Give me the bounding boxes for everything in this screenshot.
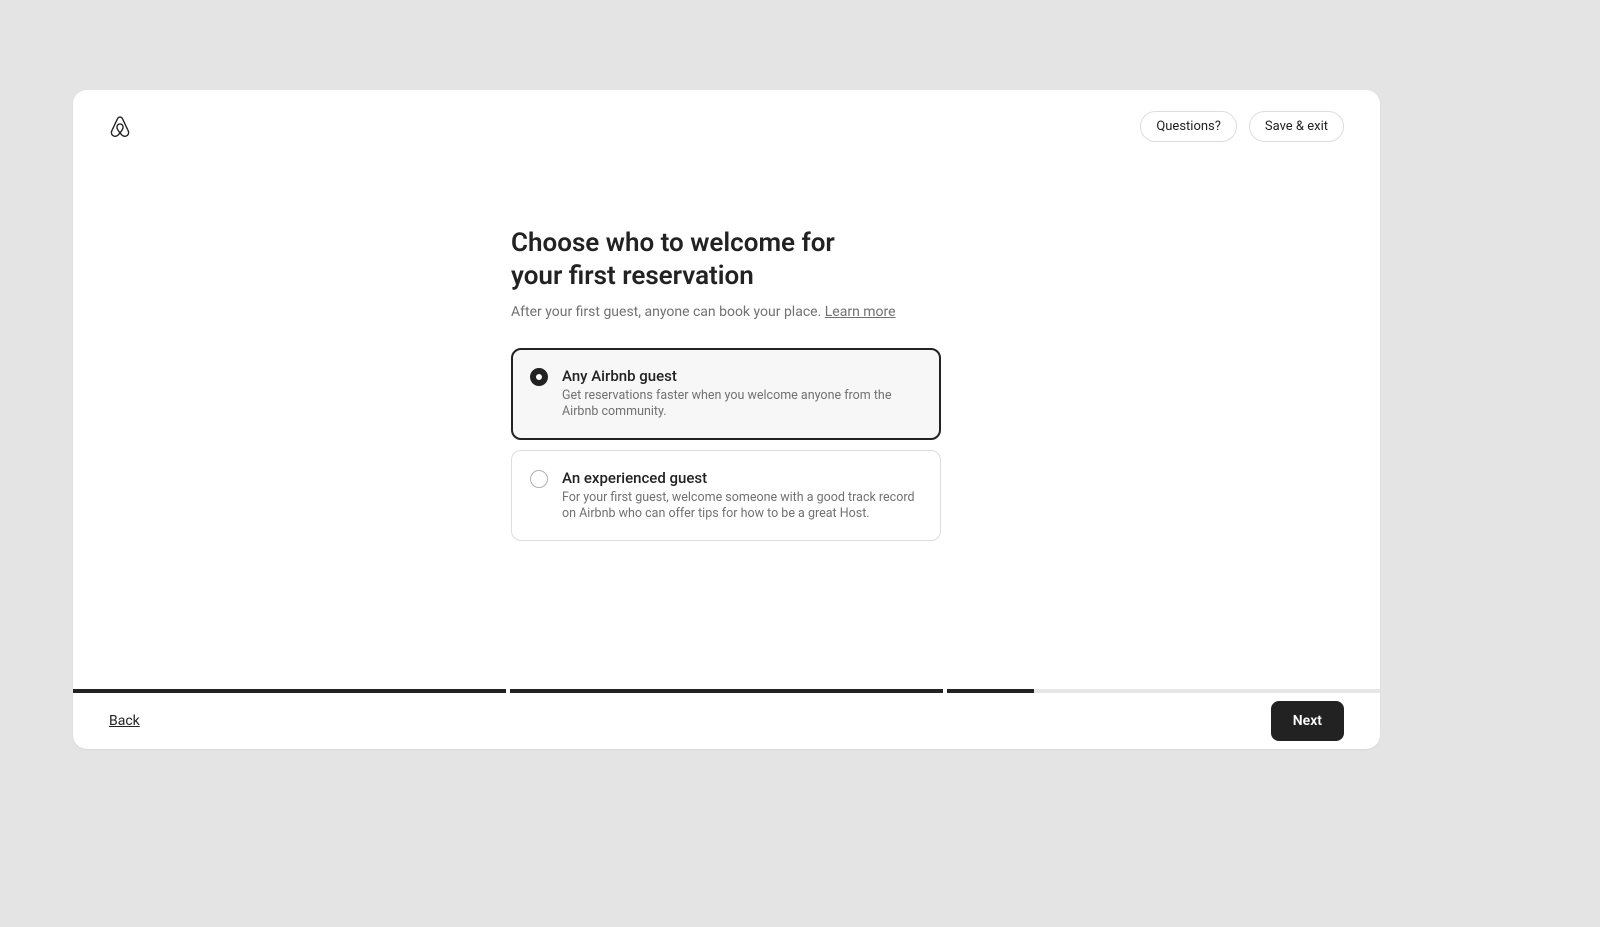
progress-fill [73,689,506,693]
airbnb-logo-icon [109,114,131,138]
page-subtitle: After your first guest, anyone can book … [511,304,941,320]
learn-more-link[interactable]: Learn more [825,304,896,320]
progress-segment-3 [947,689,1380,693]
radio-unselected-icon [530,470,548,488]
header: Questions? Save & exit [73,90,1380,162]
option-any-guest[interactable]: Any Airbnb guest Get reservations faster… [511,348,941,440]
page-title: Choose who to welcome for your first res… [511,227,871,292]
subtitle-text: After your first guest, anyone can book … [511,304,825,320]
progress-fill [947,689,1034,693]
footer: Back Next [73,693,1380,749]
guest-type-options: Any Airbnb guest Get reservations faster… [511,348,941,541]
back-button[interactable]: Back [109,709,140,733]
radio-selected-icon [530,368,548,386]
option-description: Get reservations faster when you welcome… [562,388,922,421]
option-experienced-guest[interactable]: An experienced guest For your first gues… [511,450,941,542]
questions-button[interactable]: Questions? [1140,111,1237,142]
option-text: Any Airbnb guest Get reservations faster… [562,367,922,421]
progress-segment-1 [73,689,506,693]
header-buttons: Questions? Save & exit [1140,111,1344,142]
airbnb-logo[interactable] [109,114,131,138]
progress-segment-2 [510,689,943,693]
next-button[interactable]: Next [1271,701,1344,741]
option-title: Any Airbnb guest [562,367,922,385]
progress-bar [73,689,1380,693]
option-text: An experienced guest For your first gues… [562,469,922,523]
option-description: For your first guest, welcome someone wi… [562,490,922,523]
listing-step-card: Questions? Save & exit Choose who to wel… [73,90,1380,749]
option-title: An experienced guest [562,469,922,487]
progress-fill [510,689,943,693]
main-content: Choose who to welcome for your first res… [73,162,1380,689]
step-content: Choose who to welcome for your first res… [511,227,941,541]
save-exit-button[interactable]: Save & exit [1249,111,1344,142]
